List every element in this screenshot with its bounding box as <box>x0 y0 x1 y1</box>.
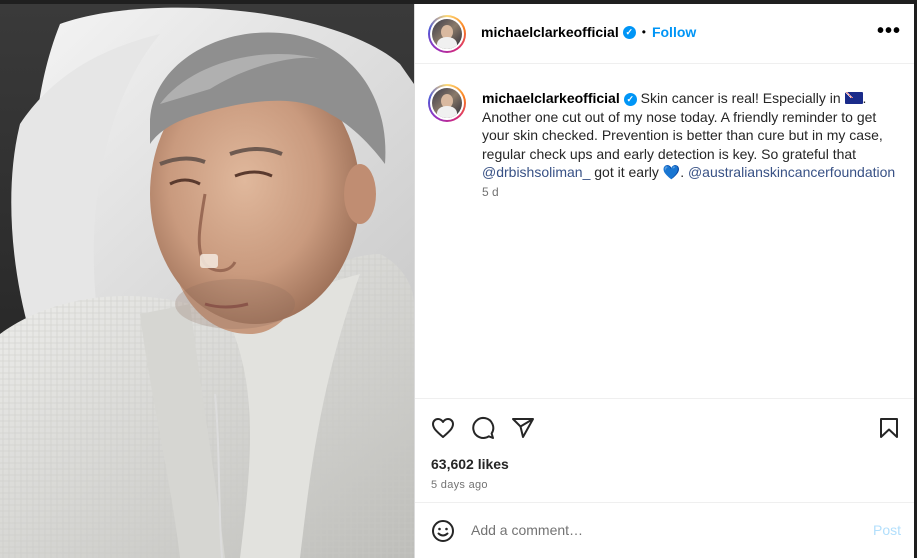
post-image[interactable] <box>0 4 414 558</box>
caption-text-1: Skin cancer is real! Especially in <box>640 90 845 106</box>
header-username[interactable]: michaelclarkeofficial <box>481 24 619 40</box>
author-avatar[interactable] <box>428 15 466 53</box>
caption-area: michaelclarkeofficial ✓ Skin cancer is re… <box>415 65 915 398</box>
australia-flag-icon <box>844 92 863 104</box>
caption-username[interactable]: michaelclarkeofficial <box>482 90 620 106</box>
likes-count[interactable]: 63,602 likes <box>431 456 509 472</box>
follow-button[interactable]: Follow <box>652 24 696 40</box>
caption-avatar-image <box>432 88 462 118</box>
instagram-post-window: michaelclarkeofficial ✓ • Follow ••• mic… <box>0 0 917 558</box>
header-user-row: michaelclarkeofficial ✓ • Follow <box>481 24 696 40</box>
post-comment-button[interactable]: Post <box>873 522 901 538</box>
caption-text-3: got it early <box>590 164 663 180</box>
post-header: michaelclarkeofficial ✓ • Follow ••• <box>415 4 915 64</box>
avatar-image <box>432 19 462 49</box>
caption-age: 5 d <box>482 185 499 199</box>
comment-bar: Post <box>415 502 915 558</box>
more-options-icon[interactable]: ••• <box>877 20 901 43</box>
separator-dot: • <box>641 25 646 39</box>
blue-heart-emoji: 💙 <box>662 164 681 180</box>
comment-input[interactable] <box>471 519 851 541</box>
bookmark-icon[interactable] <box>877 416 901 440</box>
mention-link-doctor[interactable]: @drbishsoliman_ <box>482 164 590 180</box>
comment-bubble-icon[interactable] <box>471 416 495 440</box>
smiley-icon[interactable] <box>431 519 455 543</box>
mention-link-foundation[interactable]: @australianskincancerfoundation <box>688 164 895 180</box>
post-caption: michaelclarkeofficial ✓ Skin cancer is re… <box>482 89 902 182</box>
heart-icon[interactable] <box>431 416 455 440</box>
post-side-panel: michaelclarkeofficial ✓ • Follow ••• mic… <box>414 4 915 558</box>
post-timestamp[interactable]: 5 days ago <box>431 479 488 491</box>
actions-bar: 63,602 likes 5 days ago <box>415 398 915 502</box>
paper-plane-icon[interactable] <box>511 416 535 440</box>
verified-badge-icon: ✓ <box>623 92 637 106</box>
verified-badge-icon: ✓ <box>622 25 636 39</box>
caption-avatar[interactable] <box>428 84 466 122</box>
caption-text-4: . <box>680 164 688 180</box>
